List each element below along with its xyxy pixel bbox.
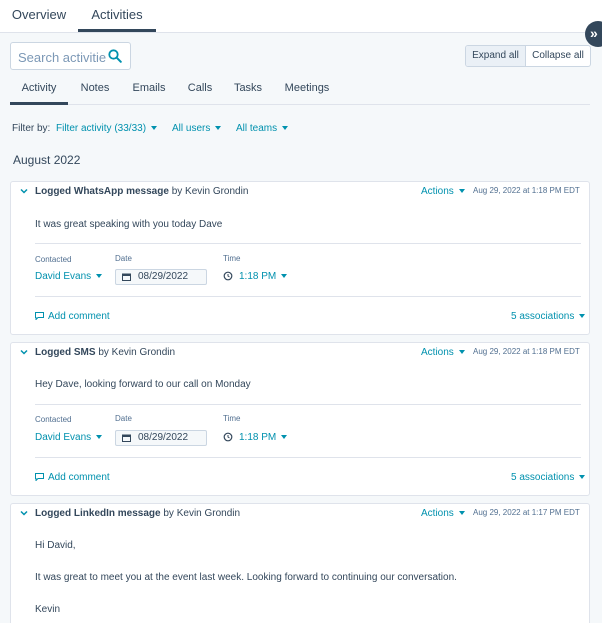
date-field[interactable]: 08/29/2022 — [115, 430, 207, 446]
comment-icon — [35, 473, 44, 482]
comment-icon — [35, 312, 44, 321]
activity-body: Hey Dave, looking forward to our call on… — [35, 379, 251, 390]
activity-card: Logged WhatsApp message by Kevin Grondin… — [10, 181, 590, 335]
message-line: It was great to meet you at the event la… — [35, 572, 457, 583]
caret-down-icon — [96, 274, 103, 279]
add-comment-button[interactable]: Add comment — [35, 472, 110, 483]
activity-timestamp: Aug 29, 2022 at 1:18 PM EDT — [473, 347, 580, 356]
activity-timestamp: Aug 29, 2022 at 1:18 PM EDT — [473, 186, 580, 195]
activity-card-header[interactable]: Logged SMS by Kevin Grondin Actions Aug … — [11, 343, 589, 365]
activity-title: Logged WhatsApp message by Kevin Grondin — [35, 186, 249, 197]
activity-card-header[interactable]: Logged WhatsApp message by Kevin Grondin… — [11, 182, 589, 204]
associations-dropdown[interactable]: 5 associations — [511, 472, 586, 483]
expand-collapse-group: Expand all Collapse all — [465, 45, 591, 67]
search-field[interactable] — [10, 42, 131, 70]
activity-title: Logged SMS by Kevin Grondin — [35, 347, 176, 358]
filter-teams-dropdown[interactable]: All teams — [236, 122, 289, 136]
actions-dropdown[interactable]: Actions — [421, 347, 465, 358]
time-label: Time — [223, 254, 241, 263]
tab-tasks[interactable]: Tasks — [230, 80, 266, 105]
collapse-all-button[interactable]: Collapse all — [526, 46, 590, 66]
message-line: Kevin — [35, 604, 61, 615]
expand-all-button[interactable]: Expand all — [466, 46, 526, 66]
caret-down-icon — [282, 126, 289, 131]
contacted-label: Contacted — [35, 255, 72, 264]
tab-activities[interactable]: Activities — [78, 0, 156, 32]
activity-title: Logged LinkedIn message by Kevin Grondin — [35, 508, 241, 519]
caret-down-icon — [458, 511, 465, 516]
search-input[interactable] — [18, 48, 106, 66]
activity-card: Logged SMS by Kevin Grondin Actions Aug … — [10, 342, 590, 496]
clock-icon — [223, 271, 233, 281]
chevron-down-icon[interactable] — [20, 509, 28, 517]
tab-emails[interactable]: Emails — [128, 80, 170, 105]
activity-type-tabs: Activity Notes Emails Calls Tasks Meetin… — [10, 80, 590, 105]
divider — [35, 404, 581, 405]
contacted-label: Contacted — [35, 415, 72, 424]
caret-down-icon — [151, 126, 158, 131]
double-chevron-right-icon: » — [590, 25, 598, 41]
tab-calls[interactable]: Calls — [184, 80, 216, 105]
date-field[interactable]: 08/29/2022 — [115, 269, 207, 285]
message-line: Hi David, — [35, 540, 76, 551]
caret-down-icon — [281, 274, 288, 279]
filter-label: Filter by: — [12, 123, 51, 134]
filter-users-dropdown[interactable]: All users — [172, 122, 222, 136]
time-label: Time — [223, 414, 241, 423]
time-dropdown[interactable]: 1:18 PM — [239, 271, 288, 282]
actions-dropdown[interactable]: Actions — [421, 508, 465, 519]
caret-down-icon — [281, 435, 288, 440]
caret-down-icon — [458, 189, 465, 194]
activity-card: Logged LinkedIn message by Kevin Grondin… — [10, 503, 590, 623]
divider — [35, 457, 581, 458]
add-comment-button[interactable]: Add comment — [35, 311, 110, 322]
actions-dropdown[interactable]: Actions — [421, 186, 465, 197]
caret-down-icon — [215, 126, 222, 131]
calendar-icon — [122, 434, 131, 442]
tab-overview[interactable]: Overview — [0, 0, 78, 32]
time-dropdown[interactable]: 1:18 PM — [239, 432, 288, 443]
expand-sidebar-button[interactable]: » — [585, 21, 602, 47]
chevron-down-icon[interactable] — [20, 187, 28, 195]
divider — [35, 243, 581, 244]
tab-notes[interactable]: Notes — [76, 80, 114, 105]
activity-card-header[interactable]: Logged LinkedIn message by Kevin Grondin… — [11, 504, 589, 526]
divider — [35, 296, 581, 297]
month-heading: August 2022 — [13, 153, 81, 167]
tab-meetings[interactable]: Meetings — [280, 80, 334, 105]
filter-activity-dropdown[interactable]: Filter activity (33/33) — [56, 122, 158, 136]
date-label: Date — [115, 414, 132, 423]
activity-timestamp: Aug 29, 2022 at 1:17 PM EDT — [473, 508, 580, 517]
caret-down-icon — [458, 350, 465, 355]
chevron-down-icon[interactable] — [20, 348, 28, 356]
activity-body: It was great speaking with you today Dav… — [35, 219, 223, 230]
caret-down-icon — [579, 314, 586, 319]
contacted-dropdown[interactable]: David Evans — [35, 271, 103, 282]
calendar-icon — [122, 273, 131, 281]
search-icon[interactable] — [108, 49, 122, 63]
clock-icon — [223, 432, 233, 442]
associations-dropdown[interactable]: 5 associations — [511, 311, 586, 322]
top-tab-bar: Overview Activities — [0, 0, 602, 33]
caret-down-icon — [96, 435, 103, 440]
caret-down-icon — [579, 475, 586, 480]
date-label: Date — [115, 254, 132, 263]
contacted-dropdown[interactable]: David Evans — [35, 432, 103, 443]
tab-activity[interactable]: Activity — [10, 80, 68, 105]
